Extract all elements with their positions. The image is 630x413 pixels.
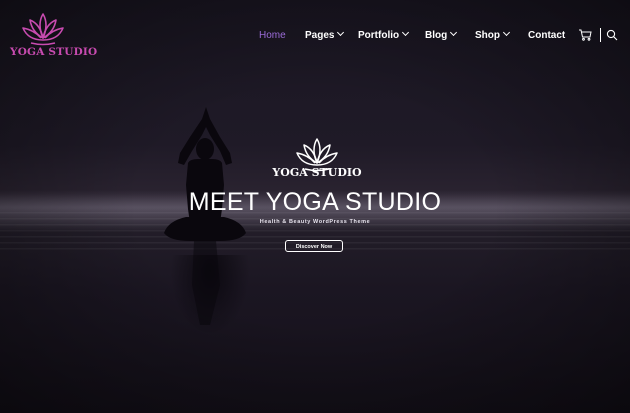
cart-icon[interactable] <box>578 29 592 41</box>
brand-logo-text: YOGA STUDIO <box>10 46 98 58</box>
nav-item-home[interactable]: Home <box>259 30 286 41</box>
nav-item-label: Portfolio <box>358 30 400 41</box>
nav-item-label: Pages <box>305 30 335 41</box>
search-icon[interactable] <box>606 29 618 41</box>
nav-item-label: Home <box>259 30 286 41</box>
page: YOGA STUDIO Home Pages Portfolio Blog Sh… <box>0 0 630 413</box>
nav-item-portfolio[interactable]: Portfolio <box>358 28 410 41</box>
chevron-down-icon <box>502 28 511 37</box>
nav-item-label: Contact <box>528 30 566 41</box>
nav-item-contact[interactable]: Contact <box>528 30 565 41</box>
nav-item-label: Shop <box>475 30 500 41</box>
brand-logo[interactable]: YOGA STUDIO <box>10 10 98 62</box>
chevron-down-icon <box>337 28 345 37</box>
nav-item-shop[interactable]: Shop <box>475 28 511 41</box>
chevron-down-icon <box>402 28 410 37</box>
discover-now-button[interactable]: Discover Now <box>285 240 343 252</box>
nav-item-pages[interactable]: Pages <box>305 28 345 41</box>
hero-title: MEET YOGA STUDIO <box>188 188 442 216</box>
nav-item-label: Blog <box>425 30 448 41</box>
lotus-icon <box>22 13 64 46</box>
hero-emblem-text: YOGA STUDIO <box>272 166 362 179</box>
hero-subtitle: Health & Beauty WordPress Theme <box>259 219 371 225</box>
nav-item-blog[interactable]: Blog <box>425 28 458 41</box>
chevron-down-icon <box>450 28 458 37</box>
header-divider <box>600 28 601 42</box>
site-header: YOGA STUDIO Home Pages Portfolio Blog Sh… <box>0 0 630 70</box>
